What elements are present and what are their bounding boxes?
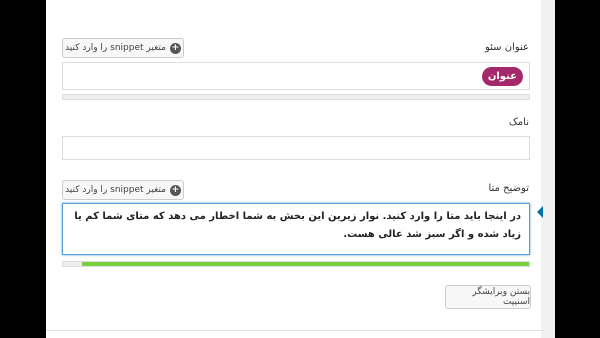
plus-circle-icon: + [169,184,181,196]
focus-pointer-icon [537,206,543,218]
seo-title-progress-bar [62,94,530,100]
meta-description-progress-bar [62,261,530,267]
panel-divider [46,330,545,331]
meta-description-progress-fill [81,262,529,266]
meta-description-insert-variable-button[interactable]: + متغیر snippet را وارد کنید [62,180,184,200]
seo-title-input[interactable]: عنوان [62,62,530,90]
meta-description-label: توضیح متا [488,183,529,194]
meta-description-insert-variable-label: متغیر snippet را وارد کنید [65,185,166,195]
slug-input[interactable] [62,136,530,160]
screen: عنوان سئو + متغیر snippet را وارد کنید ع… [0,0,600,338]
page-background [541,0,555,338]
meta-description-input[interactable]: در اینجا باید متا را وارد کنید. نوار زیر… [62,203,530,255]
seo-title-insert-variable-button[interactable]: + متغیر snippet را وارد کنید [62,38,184,58]
seo-title-label: عنوان سئو [484,42,529,53]
plus-circle-icon: + [169,42,181,54]
close-snippet-editor-button[interactable]: بستن ویرایشگر اسنیپت [445,285,531,309]
seo-title-insert-variable-label: متغیر snippet را وارد کنید [65,43,166,53]
title-variable-pill[interactable]: عنوان [481,67,523,86]
slug-label: نامک [508,117,529,128]
